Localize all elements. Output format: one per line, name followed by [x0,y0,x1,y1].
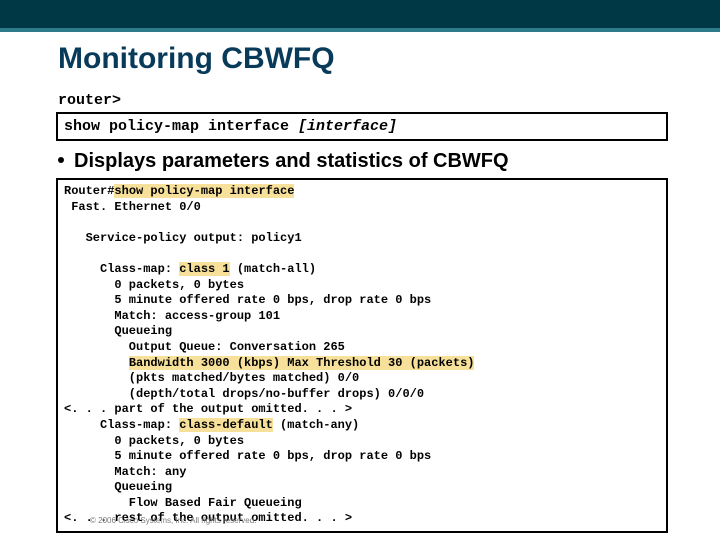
copyright-footer: © 2006 Cisco Systems, Inc. All rights re… [90,516,256,525]
out-l7: Match: access-group 101 [64,309,280,323]
out-l1b-highlight: show policy-map interface [114,184,294,198]
out-l9: Output Queue: Conversation 265 [64,340,345,354]
out-l8: Queueing [64,324,172,338]
out-l10a [64,356,129,370]
out-l4b-highlight: class 1 [179,262,229,276]
bullet-icon [58,157,64,163]
out-l17: Match: any [64,465,186,479]
router-prompt: router> [58,92,121,109]
out-l13: <. . . part of the output omitted. . . > [64,402,352,416]
out-l2: Fast. Ethernet 0/0 [64,200,201,214]
out-l10b-highlight: Bandwidth 3000 (kbps) Max Threshold 30 (… [129,356,475,370]
bullet-line: Displays parameters and statistics of CB… [58,150,509,173]
out-l15: 0 packets, 0 bytes [64,434,244,448]
out-l16: 5 minute offered rate 0 bps, drop rate 0… [64,449,431,463]
command-text: show policy-map interface [64,118,298,135]
out-l3: Service-policy output: policy1 [64,231,302,245]
command-syntax-box: show policy-map interface [interface] [56,112,668,141]
out-l5: 0 packets, 0 bytes [64,278,244,292]
out-l14a: Class-map: [64,418,179,432]
out-l14b-highlight: class-default [179,418,273,432]
out-l12: (depth/total drops/no-buffer drops) 0/0/… [64,387,424,401]
top-accent-bar [0,0,720,32]
bullet-text: Displays parameters and statistics of CB… [74,150,509,172]
out-l6: 5 minute offered rate 0 bps, drop rate 0… [64,293,431,307]
out-l14c: (match-any) [273,418,359,432]
command-arg: [interface] [298,118,397,135]
out-l19: Flow Based Fair Queueing [64,496,302,510]
out-l4a: Class-map: [64,262,179,276]
slide-title: Monitoring CBWFQ [58,42,335,76]
out-l4c: (match-all) [230,262,316,276]
out-l1a: Router# [64,184,114,198]
out-l11: (pkts matched/bytes matched) 0/0 [64,371,359,385]
cli-output-box: Router#show policy-map interface Fast. E… [56,178,668,533]
slide: Monitoring CBWFQ router> show policy-map… [0,0,720,540]
out-l18: Queueing [64,480,172,494]
